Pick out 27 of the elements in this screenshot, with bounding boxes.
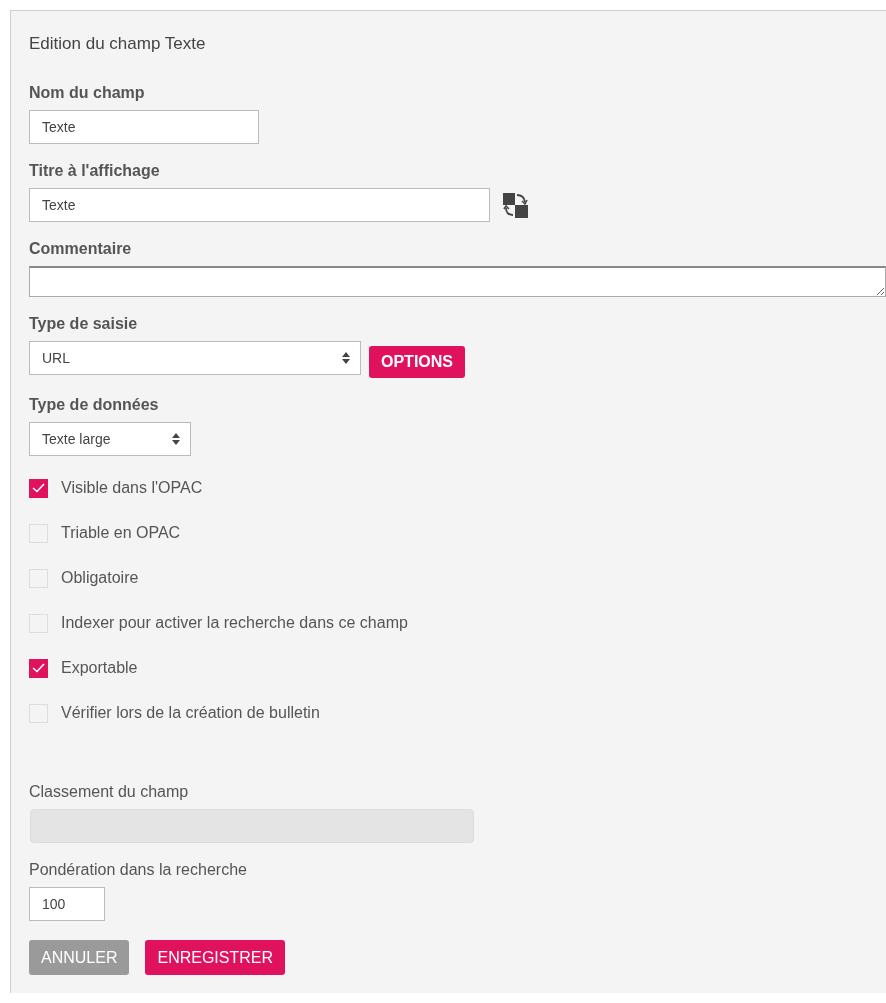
field-label: Pondération dans la recherche	[29, 860, 247, 880]
field-label: Classement du champ	[29, 782, 189, 802]
options-button[interactable]: OPTIONS	[369, 346, 465, 378]
updown-icon	[342, 352, 350, 364]
checkbox[interactable]	[29, 658, 48, 678]
title-input[interactable]: Texte	[29, 188, 490, 222]
checkbox-label: Obligatoire	[61, 569, 139, 587]
checkbox-label: Exportable	[61, 659, 138, 677]
input-type-select[interactable]: URL	[29, 341, 361, 375]
field-label: Commentaire	[29, 239, 132, 259]
checkbox-label: Visible dans l'OPAC	[61, 479, 203, 497]
checkbox[interactable]	[29, 478, 48, 498]
name-input[interactable]: Texte	[29, 110, 259, 144]
panel-title: Edition du champ Texte	[29, 33, 207, 55]
checkbox-label: Triable en OPAC	[61, 524, 181, 542]
field-label: Titre à l'affichage	[29, 161, 160, 181]
translate-icon[interactable]	[501, 190, 531, 220]
checkbox-label: Vérifier lors de la création de bulletin	[61, 704, 320, 722]
field-label: Type de saisie	[29, 314, 138, 334]
comment-field[interactable]	[29, 266, 886, 297]
field-label: Type de données	[29, 395, 159, 415]
data-type-select[interactable]: Texte large	[29, 422, 191, 456]
weight-input[interactable]: 100	[29, 887, 105, 921]
save-button[interactable]: ENREGISTRER	[145, 940, 286, 975]
checkbox-label: Indexer pour activer la recherche dans ce champ	[61, 614, 408, 632]
updown-icon	[172, 433, 180, 445]
field-label: Nom du champ	[29, 83, 145, 103]
